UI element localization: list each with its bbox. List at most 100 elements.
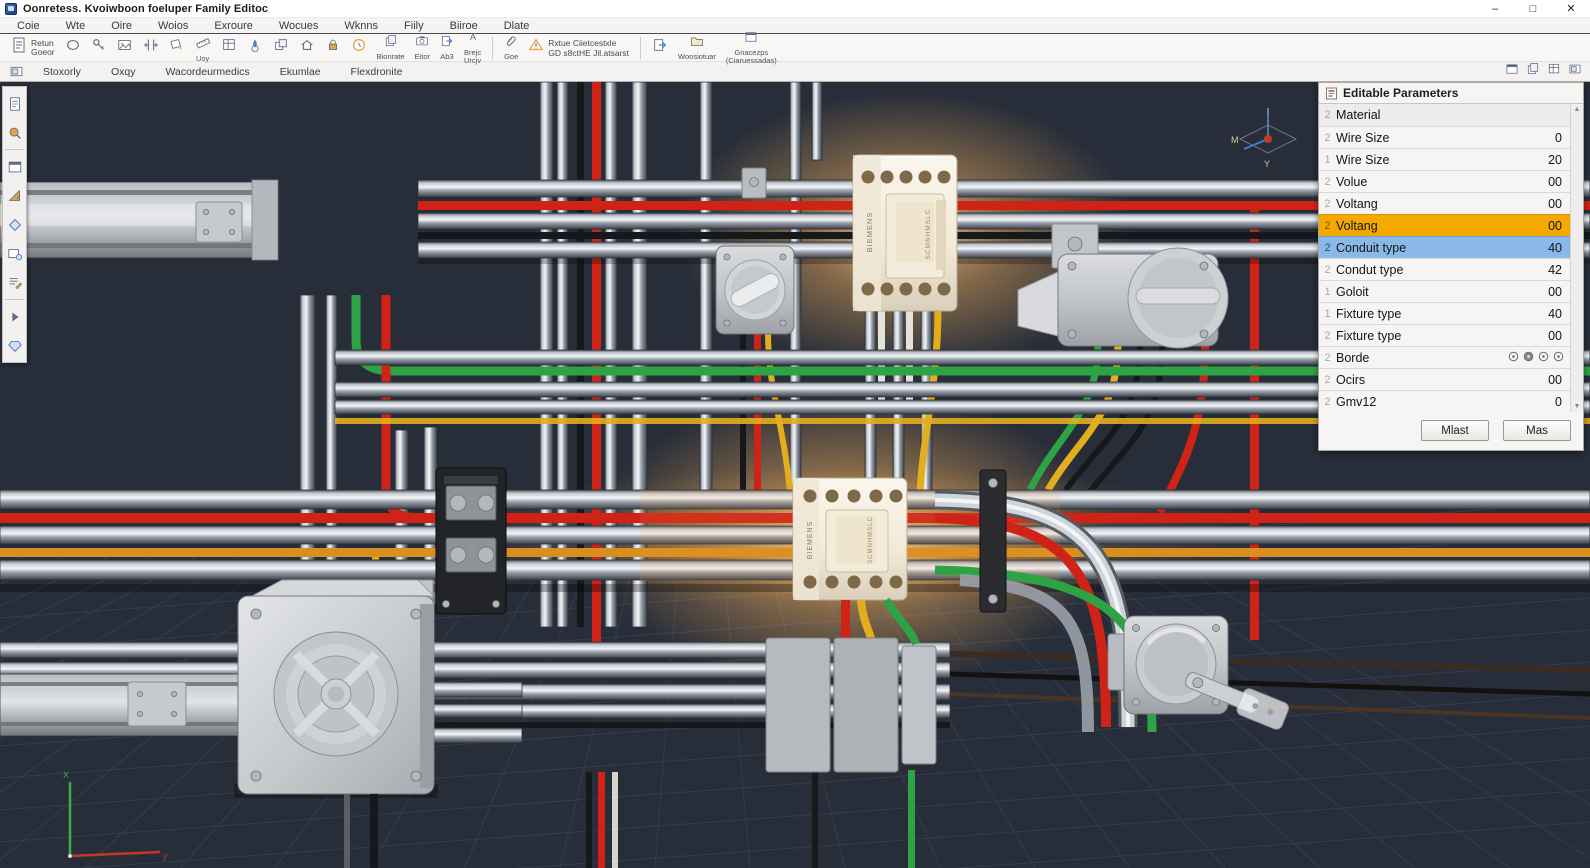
mlast-button[interactable]: Mlast [1421,420,1489,441]
axis-label-y: Y [1264,159,1270,169]
sheet-tool[interactable] [4,89,25,118]
scroll-down-arrow[interactable]: ▼ [1571,401,1583,412]
layout-single-button[interactable] [1505,62,1519,81]
tab-oxqy[interactable]: Oxqy [96,62,151,81]
param-index: 2 [1324,131,1331,144]
stamp-tool[interactable] [4,118,25,147]
textA-icon: A [466,30,480,49]
tab-ekumlae[interactable]: Ekumlae [265,62,336,81]
menu-exroure[interactable]: Exroure [201,18,266,33]
panel-tool-button[interactable] [217,36,241,60]
lock-tool-button[interactable] [321,36,345,60]
image-gear-tool[interactable] [4,239,25,268]
panel-scrollbar[interactable]: ▲ ▼ [1570,104,1583,412]
schedule-tool-button[interactable] [347,36,371,60]
line-button[interactable]: Goe [500,35,522,61]
urejv-button[interactable]: A Brejc Urcjv [460,32,485,64]
param-row-ocirs[interactable]: 2 Ocirs 00 [1319,368,1570,390]
param-row-fixture-type[interactable]: 1 Fixture type 40 [1319,302,1570,324]
param-row-goloit[interactable]: 1 Goloit 00 [1319,280,1570,302]
scroll-up-arrow[interactable]: ▲ [1571,104,1583,115]
tool-palette: A [2,86,27,363]
param-value: 0 [1555,394,1562,409]
paint-tool-button[interactable] [165,36,189,60]
gem-tool[interactable] [4,331,25,360]
lock-icon [325,37,341,58]
layout-grid-button[interactable] [1547,62,1561,81]
minimize-button[interactable]: – [1476,0,1514,17]
layout-tab-button[interactable] [1568,62,1582,81]
param-label: Gmv12 [1336,394,1377,409]
button-label: Retun Goeor [31,38,55,57]
home-tool-button[interactable] [295,36,319,60]
param-row-voltang[interactable]: 2 Voltang 00 [1319,214,1570,236]
filter-tool-button[interactable] [243,36,267,60]
ruler-tool[interactable]: A [4,181,25,210]
toolbar-separator [492,36,494,59]
constraint-icon-3[interactable] [1553,349,1564,367]
tab-flexdronite[interactable]: Flexdronite [336,62,418,81]
shape-tool[interactable] [4,210,25,239]
home-icon [299,37,315,58]
tab-stoxorly[interactable]: Stoxorly [28,62,96,81]
bionrate-button[interactable]: Bionrate [373,35,409,61]
close-button[interactable]: ✕ [1552,0,1590,17]
param-index: 2 [1324,373,1331,386]
toolbar-main: Retun Goeor Uoy Bionrate Eitor Ab3 A Brejc Urcjv… [0,32,1590,65]
image-tool-button[interactable] [113,36,137,60]
workspace-icon[interactable] [4,60,28,84]
group-tool-button[interactable] [269,36,293,60]
menu-fiily[interactable]: Fiily [391,18,437,33]
param-row-voltang[interactable]: 2 Voltang 00 [1319,192,1570,214]
slider-icon [143,37,159,58]
menu-oire[interactable]: Oire [98,18,145,33]
key-tool-button[interactable] [87,36,111,60]
param-row-material[interactable]: 2 Material [1319,104,1570,126]
param-row-condut-type[interactable]: 2 Condut type 42 [1319,258,1570,280]
lasso-select-button[interactable] [61,36,85,60]
align-tool-button[interactable] [139,36,163,60]
fixture-warning-item[interactable]: Rxtue Ciietcestxle GD s8ctHE Jil.atsarst [524,37,633,58]
maximize-button[interactable]: □ [1514,0,1552,17]
terminal-trio-white[interactable] [586,772,618,868]
eitor-button[interactable]: Eitor [411,35,434,61]
constraint-icon-2[interactable] [1538,349,1549,367]
menu-wocues[interactable]: Wocues [266,18,332,33]
woosiotuar-button[interactable]: Woosiotuar [674,35,720,61]
param-row-wire-size[interactable]: 1 Wire Size 20 [1319,148,1570,170]
gnacezps-button[interactable]: Gnacezps (Ciaruessadas) [722,32,781,65]
notes-tool[interactable] [4,268,25,297]
return-goeor-button[interactable]: Retun Goeor [6,35,59,60]
label-line: Rxtue Ciietcestxle [548,37,617,48]
param-label: Fixture type [1336,328,1402,343]
menu-dlate[interactable]: Dlate [491,18,543,33]
cable-tray-top[interactable] [0,179,279,261]
folder-icon [690,34,704,53]
menu-coie[interactable]: Coie [4,18,53,33]
menu-wte[interactable]: Wte [53,18,99,33]
param-row-conduit-type[interactable]: 2 Conduit type 40 [1319,236,1570,258]
ab3-button[interactable]: Ab3 [436,35,458,61]
mas-button[interactable]: Mas [1503,420,1571,441]
param-row-wire-size[interactable]: 2 Wire Size 0 [1319,126,1570,148]
layout-copy-button[interactable] [1526,62,1540,81]
new-page-button[interactable] [648,36,672,60]
param-row-fixture-type[interactable]: 2 Fixture type 00 [1319,324,1570,346]
param-row-volue[interactable]: 2 Volue 00 [1319,170,1570,192]
constraint-icon-0[interactable] [1508,349,1519,367]
param-row-borde[interactable]: 2 Borde [1319,346,1570,368]
circuit-breaker-top[interactable]: BIEMENS SCMNHMSLC [852,154,958,312]
constraint-icon-1[interactable] [1523,349,1534,367]
window-title: Oonretess. Kvoiwboon foeluper Family Edi… [23,2,269,15]
menu-wknns[interactable]: Wknns [331,18,391,33]
window-tool[interactable] [4,152,25,181]
axis-label-y2: y [162,851,168,861]
rotary-switch-box[interactable] [715,245,795,335]
tab-wacordeurmedics[interactable]: Wacordeurmedics [150,62,264,81]
menu-biiroe[interactable]: Biiroe [437,18,491,33]
menu-woios[interactable]: Woios [145,18,201,33]
arrow-tool[interactable] [4,302,25,331]
terminal-block-dark[interactable] [435,467,507,615]
param-row-gmv12[interactable]: 2 Gmv12 0 [1319,390,1570,412]
measure-tool-button[interactable]: Uoy [191,36,215,62]
